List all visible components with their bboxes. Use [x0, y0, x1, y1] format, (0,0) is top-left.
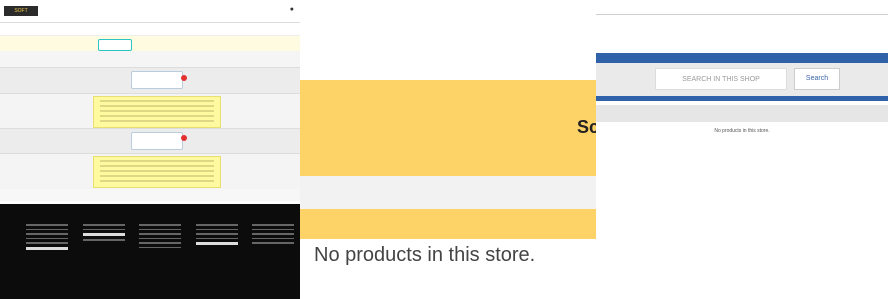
option-row-2 — [0, 128, 300, 154]
grey-strip — [596, 105, 888, 122]
tab-3[interactable] — [60, 39, 68, 49]
shop-nav-bar — [596, 53, 888, 63]
footer-column-3 — [139, 220, 181, 251]
header-banner — [300, 80, 596, 176]
note-box-1 — [93, 96, 221, 128]
search-icon[interactable]: ● — [290, 6, 294, 13]
tab-1[interactable] — [3, 39, 11, 49]
search-bar: SEARCH IN THIS SHOP Search — [596, 63, 888, 96]
footer-column-4 — [196, 220, 238, 245]
shop-search-panel: SEARCH IN THIS SHOP Search No products i… — [596, 0, 888, 299]
footer-column-2 — [83, 220, 125, 244]
search-button[interactable]: Search — [794, 68, 840, 90]
empty-store-message: No products in this store. — [714, 128, 770, 134]
footer-column-1 — [26, 220, 68, 250]
site-footer — [0, 204, 300, 299]
tab-2[interactable] — [27, 39, 35, 49]
tab-active[interactable] — [98, 39, 132, 51]
site-logo[interactable]: SOFT — [4, 6, 38, 16]
note-row-1 — [0, 93, 300, 129]
search-input[interactable]: SEARCH IN THIS SHOP — [655, 68, 787, 90]
store-empty-panel: Sc No products in this store. — [300, 0, 596, 299]
status-dot — [181, 135, 187, 141]
accent-line — [596, 96, 888, 101]
option-row-1 — [0, 67, 300, 94]
grey-band — [300, 176, 596, 209]
note-row-2 — [0, 153, 300, 190]
footer-column-5 — [252, 220, 294, 247]
note-box-2 — [93, 156, 221, 188]
store-admin-panel: SOFT ● — [0, 0, 300, 299]
tab-6[interactable] — [160, 39, 168, 49]
option-button-2[interactable] — [131, 132, 183, 150]
empty-store-message: No products in this store. — [314, 244, 536, 266]
option-button-1[interactable] — [131, 71, 183, 89]
status-dot — [181, 75, 187, 81]
divider — [596, 14, 888, 15]
tab-5[interactable] — [128, 39, 136, 49]
top-bar: SOFT ● — [0, 0, 300, 23]
banner-text: Sc — [577, 117, 596, 137]
footer-note — [0, 189, 300, 201]
yellow-band — [300, 209, 596, 239]
